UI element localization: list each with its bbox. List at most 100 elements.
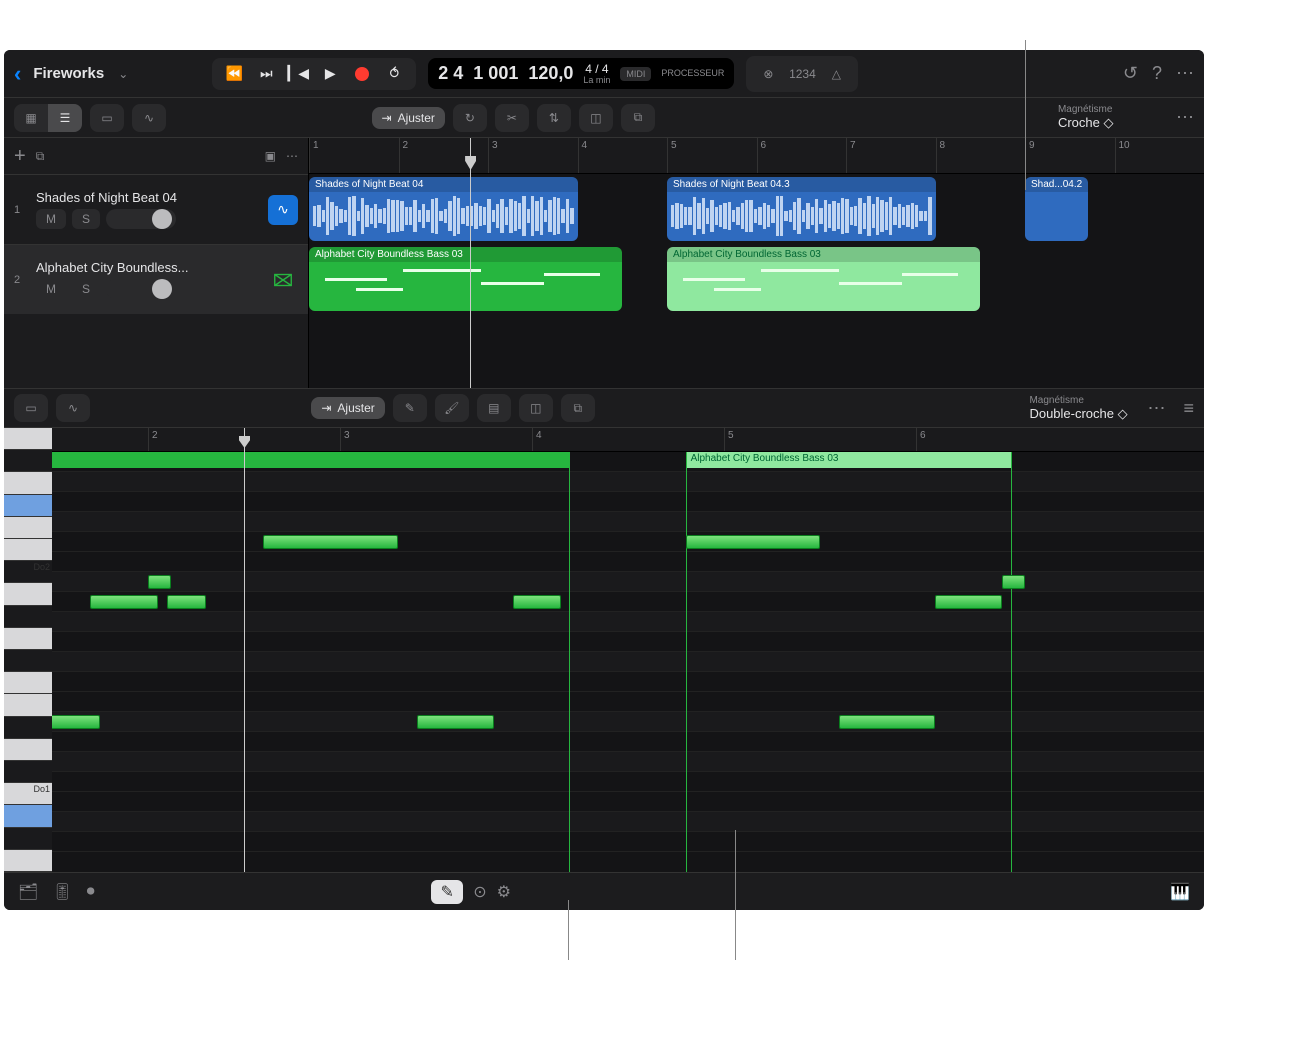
midi-note[interactable] bbox=[935, 595, 1002, 609]
midi-region[interactable]: Alphabet City Boundless Bass 03 bbox=[667, 247, 980, 311]
white-key[interactable]: Do1 bbox=[4, 783, 52, 805]
loop-tool-button[interactable]: ↻ bbox=[453, 104, 487, 132]
editor-automation-button[interactable]: ∿ bbox=[56, 394, 90, 422]
automation-button[interactable]: ∿ bbox=[132, 104, 166, 132]
volume-slider[interactable] bbox=[106, 209, 176, 229]
audio-region[interactable]: Shades of Night Beat 04.3 bbox=[667, 177, 936, 241]
app-menu-button[interactable]: ⋯ bbox=[1176, 63, 1194, 84]
snap-selector[interactable]: Magnétisme Croche ◇ bbox=[1058, 104, 1158, 131]
white-key[interactable] bbox=[4, 628, 52, 650]
white-key[interactable] bbox=[4, 739, 52, 761]
song-title[interactable]: Fireworks bbox=[33, 65, 104, 82]
copy-tool-button[interactable]: ⧉ bbox=[621, 104, 655, 132]
editor-marquee-button[interactable]: ◫ bbox=[519, 394, 553, 422]
black-key[interactable] bbox=[4, 606, 52, 628]
join-tool-button[interactable]: ⇅ bbox=[537, 104, 571, 132]
playhead[interactable] bbox=[470, 138, 471, 388]
bar-ruler[interactable]: 12345678910 bbox=[309, 138, 1204, 174]
view-grid-button[interactable]: ▦ bbox=[14, 104, 48, 132]
midi-note[interactable] bbox=[148, 575, 171, 589]
pencil-tool-button[interactable]: ✎ bbox=[393, 394, 427, 422]
lcd-display[interactable]: 2 4 1 001 120,0 4 / 4 La min MIDI PROCES… bbox=[428, 58, 734, 89]
screen-tool-button[interactable]: ▤ bbox=[477, 394, 511, 422]
white-key[interactable] bbox=[4, 428, 52, 450]
help-button[interactable]: ? bbox=[1152, 63, 1162, 84]
fit-button[interactable]: ⇥ Ajuster bbox=[372, 107, 445, 129]
white-key[interactable] bbox=[4, 517, 52, 539]
track-lane[interactable]: Shades of Night Beat 04 Shades of Night B… bbox=[309, 174, 1204, 244]
mixer-button[interactable]: 🎚 bbox=[52, 882, 72, 902]
back-button[interactable]: ‹ bbox=[14, 61, 21, 87]
black-key[interactable] bbox=[4, 828, 52, 850]
undo-button[interactable]: ↺ bbox=[1123, 63, 1138, 84]
mute-button[interactable]: M bbox=[36, 209, 66, 229]
mute-button[interactable]: M bbox=[36, 279, 66, 299]
rewind-button[interactable]: ⏪ bbox=[222, 62, 246, 86]
midi-note[interactable] bbox=[513, 595, 561, 609]
waveform-icon[interactable]: ∿ bbox=[268, 195, 298, 225]
midi-note[interactable] bbox=[52, 715, 100, 729]
black-key[interactable] bbox=[4, 717, 52, 739]
white-key[interactable] bbox=[4, 583, 52, 605]
song-menu-chevron-icon[interactable]: ⌄ bbox=[118, 67, 128, 81]
metronome-button[interactable]: △ bbox=[822, 60, 850, 88]
midi-note[interactable] bbox=[839, 715, 935, 729]
volume-slider[interactable] bbox=[106, 279, 176, 299]
black-key[interactable] bbox=[4, 761, 52, 783]
track-header-1[interactable]: 1 Shades of Night Beat 04 M S ∿ bbox=[4, 174, 308, 244]
black-key[interactable] bbox=[4, 650, 52, 672]
white-key[interactable] bbox=[4, 694, 52, 716]
library-button[interactable]: 🗂 bbox=[18, 882, 38, 902]
white-key[interactable] bbox=[4, 672, 52, 694]
arrange-more-button[interactable]: ⋯ bbox=[1176, 107, 1194, 128]
record-panel-button[interactable]: ⏺ bbox=[87, 883, 95, 901]
record-button[interactable] bbox=[350, 62, 374, 86]
instrument-icon[interactable] bbox=[268, 265, 298, 295]
track-lane[interactable]: Alphabet City Boundless Bass 03Alphabet … bbox=[309, 244, 1204, 314]
controls-button[interactable]: ⚙ bbox=[497, 882, 511, 902]
audio-region[interactable]: Shad...04.2 bbox=[1025, 177, 1088, 241]
single-track-button[interactable]: ▭ bbox=[90, 104, 124, 132]
white-key[interactable] bbox=[4, 472, 52, 494]
track-more-button[interactable]: ⋯ bbox=[286, 149, 298, 163]
midi-note[interactable] bbox=[90, 595, 157, 609]
midi-note[interactable] bbox=[263, 535, 397, 549]
midi-note[interactable] bbox=[1002, 575, 1025, 589]
white-key[interactable] bbox=[4, 539, 52, 561]
go-to-start-button[interactable]: ▎◀ bbox=[286, 62, 310, 86]
white-key[interactable] bbox=[4, 850, 52, 872]
white-key[interactable] bbox=[4, 805, 52, 827]
track-folder-button[interactable]: ▣ bbox=[265, 149, 276, 163]
midi-note[interactable] bbox=[417, 715, 494, 729]
piano-roll-ruler[interactable]: 23456 bbox=[52, 428, 1204, 452]
marquee-tool-button[interactable]: ◫ bbox=[579, 104, 613, 132]
black-key[interactable] bbox=[4, 450, 52, 472]
audio-region[interactable]: Shades of Night Beat 04 bbox=[309, 177, 578, 241]
edit-mode-button[interactable]: ✎ bbox=[431, 880, 463, 904]
automation-mode-button[interactable]: ⊙ bbox=[473, 882, 486, 902]
scissors-tool-button[interactable]: ✂ bbox=[495, 104, 529, 132]
play-button[interactable]: ▶ bbox=[318, 62, 342, 86]
editor-drag-handle[interactable]: ≡ bbox=[1183, 398, 1194, 419]
tuner-button[interactable]: ⊗ bbox=[754, 60, 782, 88]
black-key[interactable] bbox=[4, 495, 52, 517]
black-key[interactable]: Do2 bbox=[4, 561, 52, 583]
cycle-button[interactable]: ⥀ bbox=[382, 62, 406, 86]
solo-button[interactable]: S bbox=[72, 279, 100, 299]
view-list-button[interactable]: ☰ bbox=[48, 104, 82, 132]
duplicate-track-button[interactable]: ⧉ bbox=[36, 149, 45, 164]
piano-keyboard[interactable]: Do2 Do1 bbox=[4, 428, 52, 872]
track-header-2[interactable]: 2 Alphabet City Boundless... M S bbox=[4, 244, 308, 314]
editor-copy-button[interactable]: ⧉ bbox=[561, 394, 595, 422]
midi-note[interactable] bbox=[686, 535, 820, 549]
solo-button[interactable]: S bbox=[72, 209, 100, 229]
timeline[interactable]: 12345678910 Shades of Night Beat 04Shade… bbox=[309, 138, 1204, 388]
count-in-button[interactable]: 1234 bbox=[788, 60, 816, 88]
piano-roll-grid[interactable]: 23456 ess Bass 03Alphabet City Boundless… bbox=[52, 428, 1204, 872]
editor-region-button[interactable]: ▭ bbox=[14, 394, 48, 422]
editor-fit-button[interactable]: ⇥ Ajuster bbox=[311, 397, 384, 419]
midi-note[interactable] bbox=[167, 595, 205, 609]
brush-tool-button[interactable]: 🖌 bbox=[435, 394, 469, 422]
forward-button[interactable]: ⏭ bbox=[254, 62, 278, 86]
editor-more-button[interactable]: ⋯ bbox=[1147, 398, 1165, 419]
